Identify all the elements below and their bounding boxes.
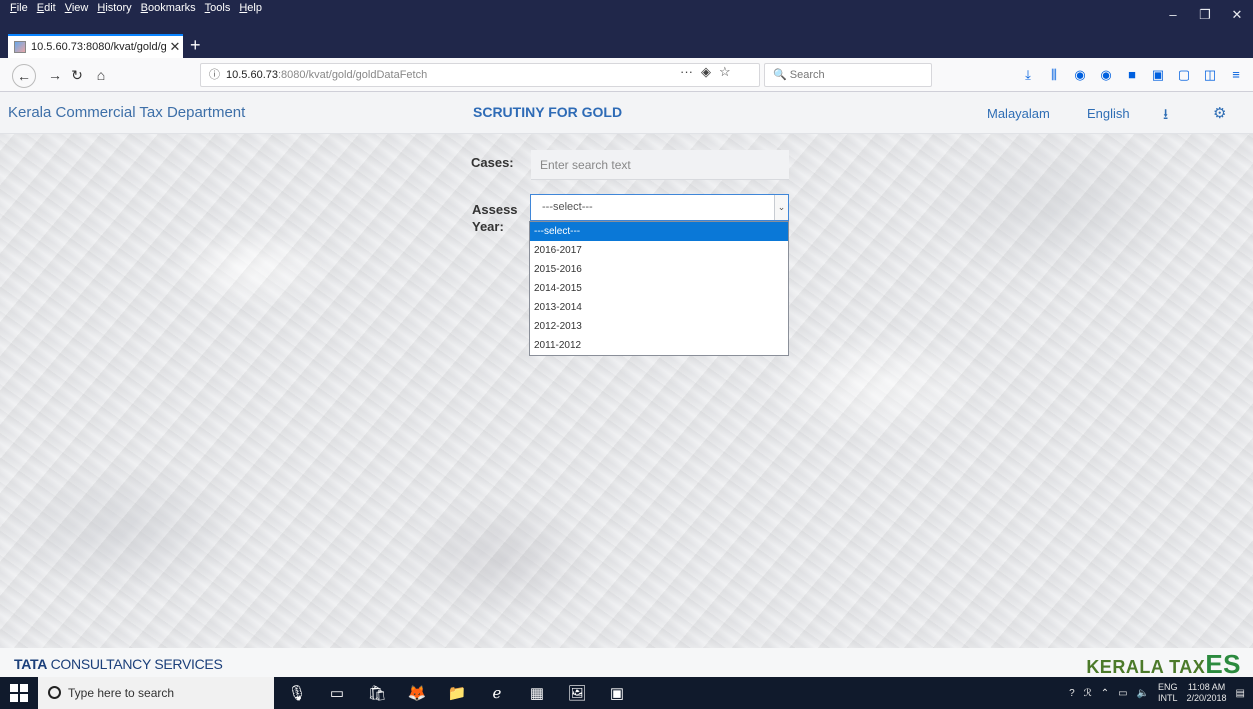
app-icon[interactable]: ▣ bbox=[604, 684, 630, 702]
reload-button[interactable]: ↻ bbox=[66, 64, 88, 86]
photos-icon[interactable]: 🖼 bbox=[564, 684, 590, 702]
taskbar: Type here to search 🎙 ▭ 🛍 🦊 📁 ℯ ▦ 🖼 ▣ ? … bbox=[0, 677, 1253, 709]
browser-tab[interactable]: 10.5.60.73:8080/kvat/gold/gold ✕ bbox=[8, 34, 183, 58]
firefox-icon[interactable]: 🦊 bbox=[404, 684, 430, 702]
restore-button[interactable]: ❐ bbox=[1189, 0, 1221, 30]
extension-icon[interactable]: ◉ bbox=[1073, 67, 1087, 83]
dropdown-option[interactable]: ---select--- bbox=[530, 222, 788, 241]
page-footer: TATA CONSULTANCY SERVICES KERALA TAXES bbox=[0, 648, 1253, 679]
file-explorer-icon[interactable]: 📁 bbox=[444, 684, 470, 702]
notifications-icon[interactable]: ▤ bbox=[1236, 688, 1245, 699]
network-icon[interactable]: ▭ bbox=[1118, 688, 1127, 699]
clock[interactable]: 11:08 AM 2/20/2018 bbox=[1187, 682, 1227, 704]
chevron-down-icon[interactable]: ⌄ bbox=[774, 195, 788, 220]
extension-icon[interactable]: ▢ bbox=[1177, 67, 1191, 83]
brand-name: Kerala Commercial Tax Department bbox=[8, 104, 246, 121]
menu-help[interactable]: Help bbox=[239, 2, 262, 14]
tab-title: 10.5.60.73:8080/kvat/gold/gold bbox=[31, 41, 167, 53]
windows-start-icon[interactable] bbox=[10, 684, 28, 702]
bookmark-star-icon[interactable]: ☆ bbox=[719, 64, 731, 80]
extension-icon[interactable]: ■ bbox=[1125, 67, 1139, 83]
back-button[interactable]: ← bbox=[12, 64, 36, 88]
dropdown-option[interactable]: 2011-2012 bbox=[530, 336, 788, 355]
page-content: Kerala Commercial Tax Department SCRUTIN… bbox=[0, 92, 1253, 677]
page-title: SCRUTINY FOR GOLD bbox=[473, 104, 623, 120]
system-tray: ? ℛ ⌃ ▭ 🔈 ENG INTL 11:08 AM 2/20/2018 ▤ bbox=[1069, 677, 1245, 709]
menu-icon[interactable]: ≡ bbox=[1229, 67, 1243, 83]
language-english-link[interactable]: English bbox=[1087, 106, 1130, 121]
menu-bar: File Edit View History Bookmarks Tools H… bbox=[0, 0, 1253, 33]
dropdown-option[interactable]: 2015-2016 bbox=[530, 260, 788, 279]
tab-strip bbox=[0, 33, 1253, 60]
gear-icon[interactable]: ⚙ bbox=[1213, 104, 1226, 122]
minimize-button[interactable]: – bbox=[1157, 0, 1189, 30]
download-icon[interactable]: ⭳ bbox=[1163, 104, 1168, 129]
menu-view[interactable]: View bbox=[65, 2, 89, 14]
store-icon[interactable]: 🛍 bbox=[364, 684, 390, 702]
menu-history[interactable]: History bbox=[97, 2, 131, 14]
menu-edit[interactable]: Edit bbox=[37, 2, 56, 14]
extension-icon[interactable]: ▣ bbox=[1151, 67, 1165, 83]
sidebar-icon[interactable]: ◫ bbox=[1203, 67, 1217, 83]
cases-search-input[interactable] bbox=[531, 150, 789, 180]
task-view-icon[interactable]: ▭ bbox=[324, 684, 350, 702]
dropdown-option[interactable]: 2014-2015 bbox=[530, 279, 788, 298]
excel-icon[interactable]: ▦ bbox=[524, 684, 550, 702]
chevron-up-icon[interactable]: ⌃ bbox=[1101, 688, 1109, 699]
home-button[interactable]: ⌂ bbox=[90, 64, 112, 86]
dropdown-option[interactable]: 2013-2014 bbox=[530, 298, 788, 317]
address-bar[interactable]: ⓘ 10.5.60.73:8080/kvat/gold/goldDataFetch bbox=[200, 63, 760, 87]
language-malayalam-link[interactable]: Malayalam bbox=[987, 106, 1050, 121]
assess-year-dropdown: ---select--- 2016-2017 2015-2016 2014-20… bbox=[529, 221, 789, 356]
people-icon[interactable]: ℛ bbox=[1084, 688, 1092, 699]
assess-year-selected-value: ---select--- bbox=[542, 201, 593, 213]
library-icon[interactable]: ⫼ bbox=[1047, 67, 1061, 83]
page-actions-icon[interactable]: ··· bbox=[680, 64, 693, 80]
help-icon[interactable]: ? bbox=[1069, 688, 1075, 699]
search-placeholder: Search bbox=[789, 69, 825, 81]
dropdown-option[interactable]: 2012-2013 bbox=[530, 317, 788, 336]
url-host: 10.5.60.73 bbox=[226, 69, 278, 81]
kerala-taxes-logo: KERALA TAXES bbox=[1086, 649, 1241, 679]
dropdown-option[interactable]: 2016-2017 bbox=[530, 241, 788, 260]
assess-year-select[interactable]: ---select--- ⌄ bbox=[530, 194, 789, 221]
edge-icon[interactable]: ℯ bbox=[484, 684, 510, 702]
input-language[interactable]: ENG INTL bbox=[1158, 682, 1178, 704]
favicon-icon bbox=[14, 41, 26, 53]
downloads-icon[interactable]: ⤓ bbox=[1021, 67, 1035, 83]
taskbar-search-input[interactable]: Type here to search bbox=[38, 677, 274, 709]
assess-year-label: Assess Year: bbox=[472, 202, 518, 234]
tab-close-icon[interactable]: ✕ bbox=[167, 39, 183, 55]
cases-label: Cases: bbox=[471, 155, 514, 170]
app-header: Kerala Commercial Tax Department SCRUTIN… bbox=[0, 92, 1253, 134]
nav-bar: ← → ↻ ⌂ ⓘ 10.5.60.73:8080/kvat/gold/goldD… bbox=[0, 58, 1253, 92]
taskbar-search-placeholder: Type here to search bbox=[68, 686, 175, 700]
tcs-logo: TATA CONSULTANCY SERVICES bbox=[14, 656, 223, 672]
pocket-icon[interactable]: ◈ bbox=[701, 64, 711, 80]
close-window-button[interactable]: ✕ bbox=[1221, 0, 1253, 30]
url-path: :8080/kvat/gold/goldDataFetch bbox=[278, 69, 428, 81]
extension-icon[interactable]: ◉ bbox=[1099, 67, 1113, 83]
site-info-icon[interactable]: ⓘ bbox=[209, 69, 220, 81]
menu-file[interactable]: File bbox=[10, 2, 28, 14]
menu-tools[interactable]: Tools bbox=[205, 2, 231, 14]
volume-icon[interactable]: 🔈 bbox=[1137, 688, 1149, 699]
new-tab-button[interactable]: + bbox=[190, 33, 201, 57]
forward-button[interactable]: → bbox=[44, 64, 66, 86]
microphone-icon[interactable]: 🎙 bbox=[284, 684, 310, 702]
cortana-icon bbox=[48, 686, 61, 699]
browser-search-box[interactable]: 🔍 Search bbox=[764, 63, 932, 87]
menu-bookmarks[interactable]: Bookmarks bbox=[141, 2, 196, 14]
